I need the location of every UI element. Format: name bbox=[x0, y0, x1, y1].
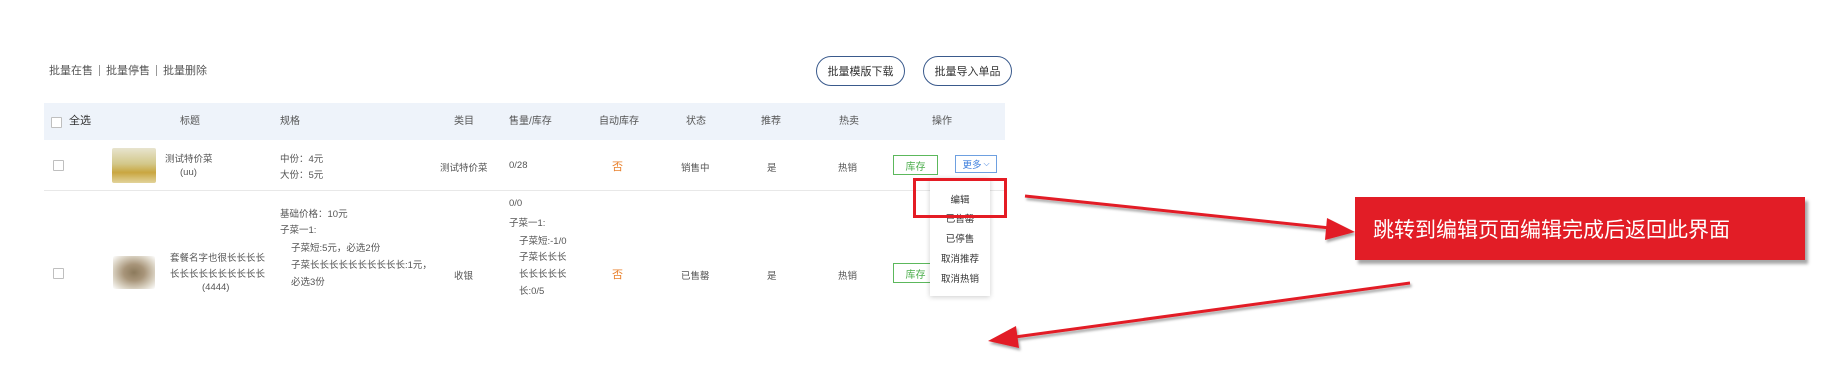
annotation-arrows bbox=[988, 194, 1411, 348]
arrow-to-callout bbox=[1024, 194, 1331, 230]
annotation-callout: 跳转到编辑页面编辑完成后返回此界面 bbox=[1355, 197, 1805, 260]
arrow-head-icon bbox=[1325, 218, 1355, 240]
arrow-head-icon bbox=[988, 326, 1019, 348]
arrow-return bbox=[1014, 281, 1411, 339]
callout-text: 跳转到编辑页面编辑完成后返回此界面 bbox=[1373, 218, 1730, 242]
